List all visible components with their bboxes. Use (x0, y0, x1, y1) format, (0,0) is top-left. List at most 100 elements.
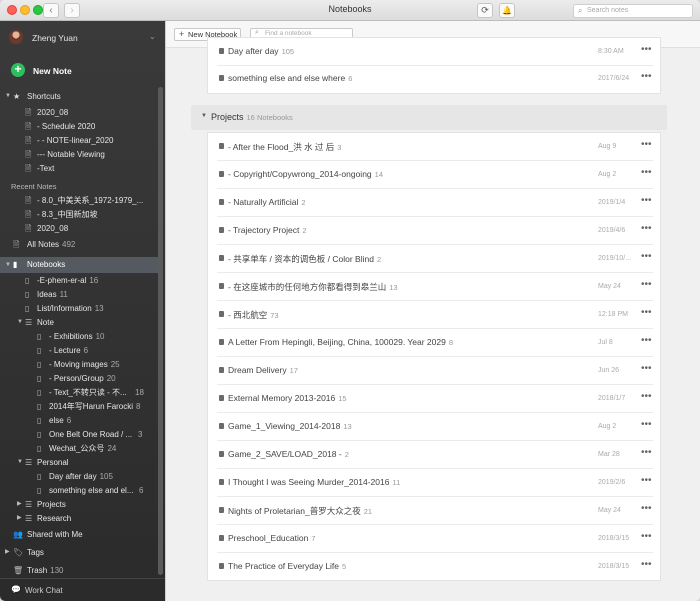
notebook-row[interactable]: - After the Flood_洪 水 过 后 3 Aug 9 ••• (217, 133, 653, 161)
notebook-row[interactable]: something else and else where 6 2017/6/24… (217, 65, 653, 93)
notebook-date: Aug 2 (598, 423, 617, 430)
more-icon[interactable]: ••• (641, 335, 652, 346)
notebook-icon: ▯ (37, 486, 42, 495)
more-icon[interactable]: ••• (641, 503, 652, 514)
notebook-icon (219, 451, 224, 457)
sidebar-item-notebooks[interactable]: ▼ ▮ Notebooks (0, 257, 158, 273)
shortcut-item[interactable]: 🗎 - - NOTE-linear_2020 (0, 134, 158, 147)
notebook-row[interactable]: Day after day 105 8:30 AM ••• (217, 38, 653, 66)
notebook-row[interactable]: - Trajectory Project 2 2019/4/6 ••• (217, 217, 653, 245)
sidebar-item-tags[interactable]: ▶ 🏷 Tags (0, 546, 158, 559)
notebook-item[interactable]: ▯ something else and el... 6 (0, 484, 158, 497)
note-icon: 🗎 (25, 108, 32, 117)
sidebar-scrollbar[interactable] (158, 87, 163, 575)
notebook-row[interactable]: The Practice of Everyday Life 5 2018/3/15 •… (217, 553, 653, 581)
more-icon[interactable]: ••• (641, 195, 652, 206)
new-note-button[interactable]: + New Note (0, 61, 165, 81)
work-chat-button[interactable]: 💬 Work Chat (0, 578, 165, 601)
notebook-row[interactable]: - Copyright/Copywrong_2014-ongoing 14 Aug … (217, 161, 653, 189)
sync-button[interactable]: ⟳ (477, 3, 493, 18)
notebook-item[interactable]: ▯ 2014年写Harun Farocki 8 (0, 400, 158, 413)
notebook-row[interactable]: Game_1_Viewing_2014-2018 13 Aug 2 ••• (217, 413, 653, 441)
more-icon[interactable]: ••• (641, 307, 652, 318)
more-icon[interactable]: ••• (641, 559, 652, 570)
notebook-stack-projects[interactable]: ▶ ☰ Projects (0, 498, 158, 511)
notebook-count: 18 (135, 388, 144, 397)
more-icon[interactable]: ••• (641, 279, 652, 290)
sidebar-item-all-notes[interactable]: 🗎 All Notes 492 (0, 238, 158, 251)
notebook-item[interactable]: ▯ Ideas 11 (0, 288, 158, 301)
more-icon[interactable]: ••• (641, 475, 652, 486)
shortcut-item[interactable]: 🗎 -Text (0, 162, 158, 175)
notebook-date: May 24 (598, 507, 621, 514)
notebook-name: - After the Flood_洪 水 过 后 (228, 142, 335, 152)
notebook-icon: ▯ (37, 346, 42, 355)
notebook-count: 13 (343, 422, 352, 431)
stack-icon: ☰ (25, 500, 33, 509)
notebook-item[interactable]: ▯ else 6 (0, 414, 158, 427)
notebook-name: - Trajectory Project (228, 225, 300, 235)
notebook-stack-note[interactable]: ▼ ☰ Note (0, 316, 158, 329)
more-icon[interactable]: ••• (641, 139, 652, 150)
sidebar-item-label: Shortcuts (27, 92, 61, 101)
sidebar-item-trash[interactable]: 🗑 Trash 130 (0, 564, 158, 577)
all-notes-label: All Notes (27, 240, 60, 249)
notebook-item[interactable]: ▯ - Person/Group 20 (0, 372, 158, 385)
notebook-row[interactable]: - 共享单车 / 资本的调色板 / Color Blind 2 2019/10/..… (217, 245, 653, 273)
more-icon[interactable]: ••• (641, 251, 652, 262)
notebook-row[interactable]: - 西北航空 73 12:18 PM ••• (217, 301, 653, 329)
notebook-item[interactable]: ▯ One Belt One Road / ... 3 (0, 428, 158, 441)
account-switcher[interactable]: Zheng Yuan ⌄ (0, 21, 165, 55)
recent-note-label: 2020_08 (37, 224, 69, 233)
more-icon[interactable]: ••• (641, 44, 652, 55)
sidebar-item-shared[interactable]: 👥 Shared with Me (0, 528, 158, 541)
recent-note-item[interactable]: 🗎 - 8.0_中美关系_1972-1979_... (0, 194, 158, 207)
notebook-date: 2019/2/6 (598, 479, 626, 486)
notebook-name: - Copyright/Copywrong_2014-ongoing (228, 169, 372, 179)
notebook-stack-personal[interactable]: ▼ ☰ Personal (0, 456, 158, 469)
notebook-row[interactable]: I Thought I was Seeing Murder_2014-2016 1… (217, 469, 653, 497)
more-icon[interactable]: ••• (641, 447, 652, 458)
notebook-item[interactable]: ▯ - Lecture 6 (0, 344, 158, 357)
notebook-count: 25 (110, 360, 120, 369)
tag-icon: 🏷 (13, 548, 24, 557)
recent-note-item[interactable]: 🗎 - 8.3_中国新加坡 (0, 208, 158, 221)
notebook-count: 14 (374, 170, 383, 179)
more-icon[interactable]: ••• (641, 223, 652, 234)
notebook-row[interactable]: Nights of Proletarian_普罗大众之夜 21 May 24 ••• (217, 497, 653, 525)
notifications-button[interactable]: 🔔 (499, 3, 515, 18)
more-icon[interactable]: ••• (641, 167, 652, 178)
notebook-row[interactable]: - Naturally Artificial 2 2019/1/4 ••• (217, 189, 653, 217)
notebook-row[interactable]: A Letter From Hepingli, Beijing, China, … (217, 329, 653, 357)
notebook-item[interactable]: ▯ - Moving images 25 (0, 358, 158, 371)
notebook-row[interactable]: - 在这座城市的任何地方你都看得到皋兰山 13 May 24 ••• (217, 273, 653, 301)
sidebar-item-shortcuts[interactable]: ▼ ★ Shortcuts (0, 90, 158, 103)
more-icon[interactable]: ••• (641, 391, 652, 402)
projects-stack-header[interactable]: ▼ Projects 16 Notebooks (191, 105, 667, 130)
stack-count: 16 Notebooks (246, 113, 293, 122)
recent-note-item[interactable]: 🗎 2020_08 (0, 222, 158, 235)
notebook-row[interactable]: Preschool_Education 7 2018/3/15 ••• (217, 525, 653, 553)
notebook-item[interactable]: ▯ Day after day 105 (0, 470, 158, 483)
notebook-row[interactable]: External Memory 2013-2016 15 2018/1/7 ••• (217, 385, 653, 413)
notebook-row[interactable]: Dream Delivery 17 Jun 26 ••• (217, 357, 653, 385)
search-notes-input[interactable]: ⌕ Search notes (573, 4, 693, 18)
notebook-item[interactable]: ▯ - Text_不转只读 - 不... 18 (0, 386, 158, 399)
shortcut-item[interactable]: 🗎 2020_08 (0, 106, 158, 119)
shortcut-item[interactable]: 🗎 --- Notable Viewing (0, 148, 158, 161)
more-icon[interactable]: ••• (641, 363, 652, 374)
notebook-item[interactable]: ▯ Wechat_公众号 24 (0, 442, 158, 455)
notebook-item[interactable]: ▯ List/Information 13 (0, 302, 158, 315)
more-icon[interactable]: ••• (641, 419, 652, 430)
notebook-row[interactable]: Game_2_SAVE/LOAD_2018 -2 Mar 28 ••• (217, 441, 653, 469)
notebook-item[interactable]: ▯ -E-phem-er-al 16 (0, 274, 158, 287)
more-icon[interactable]: ••• (641, 71, 652, 82)
plus-icon: + (179, 29, 185, 39)
stack-icon: ☰ (25, 318, 33, 327)
notebook-stack-research[interactable]: ▶ ☰ Research (0, 512, 158, 525)
shortcut-item[interactable]: 🗎 - Schedule 2020 (0, 120, 158, 133)
note-icon: 🗎 (25, 164, 32, 173)
account-name: Zheng Yuan (32, 33, 78, 43)
notebook-item[interactable]: ▯ - Exhibitions 10 (0, 330, 158, 343)
more-icon[interactable]: ••• (641, 531, 652, 542)
